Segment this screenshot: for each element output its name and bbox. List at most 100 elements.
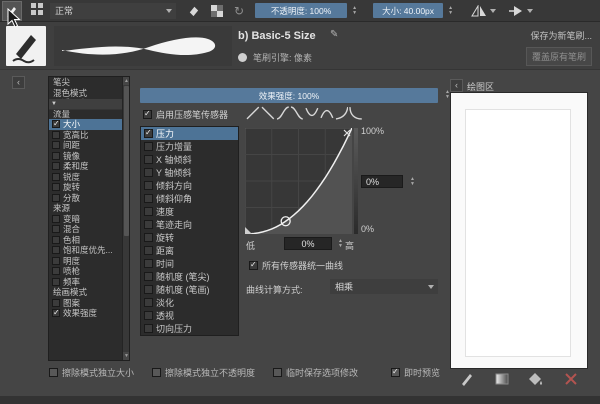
- sensor-list-item[interactable]: 切向压力: [141, 322, 238, 335]
- options-list-item[interactable]: 绘画模式: [49, 287, 123, 298]
- option-checkbox[interactable]: [52, 130, 60, 139]
- sensor-list-item[interactable]: 倾斜仰角: [141, 192, 238, 205]
- preserve-alpha-button[interactable]: [211, 4, 223, 17]
- enable-pen-settings[interactable]: 启用压感笔传感器: [140, 108, 228, 121]
- sensor-list-item[interactable]: 淡化: [141, 296, 238, 309]
- fill-background-icon[interactable]: [528, 372, 544, 386]
- scroll-up-icon[interactable]: ▲: [123, 77, 129, 85]
- sensor-checkbox[interactable]: [144, 298, 153, 307]
- curve-calc-dropdown[interactable]: 相乘: [330, 279, 438, 294]
- footer-checkbox[interactable]: [273, 367, 283, 377]
- option-checkbox[interactable]: [52, 235, 60, 244]
- reload-preset-button[interactable]: ↻: [234, 4, 244, 18]
- sensor-checkbox[interactable]: [144, 194, 153, 203]
- option-checkbox[interactable]: [52, 225, 60, 234]
- collapse-left-button[interactable]: ‹: [12, 76, 25, 89]
- sensor-checkbox[interactable]: [144, 285, 153, 294]
- sensor-list-item[interactable]: Y 轴倾斜: [141, 166, 238, 179]
- sensor-checkbox[interactable]: [144, 246, 153, 255]
- share-curve-checkbox[interactable]: [249, 260, 258, 270]
- mirror-horizontal-button[interactable]: [471, 4, 487, 17]
- option-checkbox[interactable]: [52, 162, 60, 171]
- paint-brush-icon[interactable]: [459, 372, 475, 386]
- footer-option[interactable]: 擦除模式独立不透明度: [149, 366, 255, 379]
- options-list-item[interactable]: 笔尖: [49, 77, 123, 88]
- sensor-checkbox[interactable]: [144, 155, 153, 164]
- option-checkbox[interactable]: [52, 256, 60, 265]
- options-list-item[interactable]: 锐度: [49, 172, 123, 183]
- footer-option[interactable]: 临时保存选项修改: [270, 366, 358, 379]
- sensor-list-item[interactable]: X 轴倾斜: [141, 153, 238, 166]
- curve-side-value-input[interactable]: 0%: [361, 175, 403, 188]
- sensor-checkbox[interactable]: [144, 324, 153, 333]
- options-list-item[interactable]: 频率: [49, 277, 123, 288]
- option-checkbox[interactable]: [52, 172, 60, 181]
- options-list-item[interactable]: 明度: [49, 256, 123, 267]
- footer-checkbox[interactable]: [152, 367, 162, 377]
- options-section-header[interactable]: ▼蒙版笔刷: [49, 99, 129, 110]
- option-checkbox[interactable]: [52, 308, 60, 319]
- sensor-list-item[interactable]: 倾斜方向: [141, 179, 238, 192]
- curve-preset-linear-up-icon[interactable]: [246, 105, 260, 121]
- sensor-checkbox[interactable]: [144, 142, 153, 151]
- curve-side-spin-buttons[interactable]: [408, 175, 417, 189]
- sensor-list-item[interactable]: 速度: [141, 205, 238, 218]
- sensor-checkbox[interactable]: [144, 181, 153, 190]
- sensor-list-item[interactable]: 距离: [141, 244, 238, 257]
- blending-mode-dropdown[interactable]: 正常: [50, 2, 176, 19]
- option-checkbox[interactable]: [52, 119, 60, 130]
- options-list-item[interactable]: 图案: [49, 298, 123, 309]
- curve-preset-ease-in-icon[interactable]: [335, 105, 349, 121]
- curve-preset-linear-down-icon[interactable]: [261, 105, 275, 121]
- size-spin-buttons[interactable]: [446, 4, 455, 18]
- strength-slider[interactable]: 效果强度: 100%: [140, 88, 438, 103]
- sensor-list-item[interactable]: 笔迹走向: [141, 218, 238, 231]
- footer-option[interactable]: 即时预览: [388, 366, 440, 379]
- option-checkbox[interactable]: [52, 151, 60, 160]
- options-list-item[interactable]: 变暗: [49, 214, 123, 225]
- options-list-item[interactable]: 饱和度优先...: [49, 245, 123, 256]
- options-list-item[interactable]: 大小: [49, 119, 123, 130]
- option-checkbox[interactable]: [52, 298, 60, 307]
- options-list-item[interactable]: 色相: [49, 235, 123, 246]
- footer-option[interactable]: 擦除模式独立大小: [46, 366, 134, 379]
- option-checkbox[interactable]: [52, 193, 60, 202]
- option-checkbox[interactable]: [52, 141, 60, 150]
- sensor-list-item[interactable]: 压力增量: [141, 140, 238, 153]
- sensor-list-item[interactable]: 压力: [141, 127, 238, 140]
- option-checkbox[interactable]: [52, 267, 60, 276]
- eraser-mode-button[interactable]: [187, 4, 200, 17]
- options-list-item[interactable]: 宽高比: [49, 130, 123, 141]
- scratchpad-canvas[interactable]: [450, 92, 588, 369]
- sensor-list-item[interactable]: 时间: [141, 257, 238, 270]
- options-list-item[interactable]: 混合: [49, 224, 123, 235]
- rename-preset-icon[interactable]: ✎: [330, 29, 338, 40]
- sensor-curve-editor[interactable]: [244, 127, 353, 239]
- collapse-scratchpad-button[interactable]: ‹: [450, 79, 463, 92]
- option-checkbox[interactable]: [52, 277, 60, 286]
- sensor-list-item[interactable]: 随机度 (笔尖): [141, 270, 238, 283]
- curve-offset-spin-buttons[interactable]: [336, 237, 345, 251]
- sensor-checkbox[interactable]: [144, 311, 153, 320]
- curve-offset-input[interactable]: 0%: [284, 237, 332, 250]
- options-scrollbar[interactable]: ▲ ▼: [122, 77, 129, 360]
- sensor-checkbox[interactable]: [144, 207, 153, 216]
- opacity-spin-buttons[interactable]: [350, 4, 359, 18]
- options-list-item[interactable]: 来源: [49, 203, 123, 214]
- option-checkbox[interactable]: [52, 183, 60, 192]
- sensor-checkbox[interactable]: [144, 128, 153, 138]
- sensor-checkbox[interactable]: [144, 168, 153, 177]
- sensor-checkbox[interactable]: [144, 220, 153, 229]
- brush-options-list[interactable]: ▼常规笔尖混色模式不透明度流量大小宽高比间距镜像柔和度锐度旋转分散▼颜色来源变暗…: [48, 76, 130, 361]
- options-list-item[interactable]: 间距: [49, 140, 123, 151]
- curve-preset-u-shape-icon[interactable]: [305, 105, 319, 121]
- curve-preset-ease-out-icon[interactable]: [349, 105, 363, 121]
- enable-pen-checkbox[interactable]: [143, 109, 152, 119]
- options-list-item[interactable]: 镜像: [49, 151, 123, 162]
- options-list-item[interactable]: 喷枪: [49, 266, 123, 277]
- footer-checkbox[interactable]: [49, 367, 58, 377]
- curve-preset-s-curve-flipped-icon[interactable]: [290, 105, 304, 121]
- options-list-item[interactable]: 分散: [49, 193, 123, 204]
- options-list-item[interactable]: 流量: [49, 109, 123, 120]
- opacity-slider[interactable]: 不透明度: 100%: [255, 3, 348, 18]
